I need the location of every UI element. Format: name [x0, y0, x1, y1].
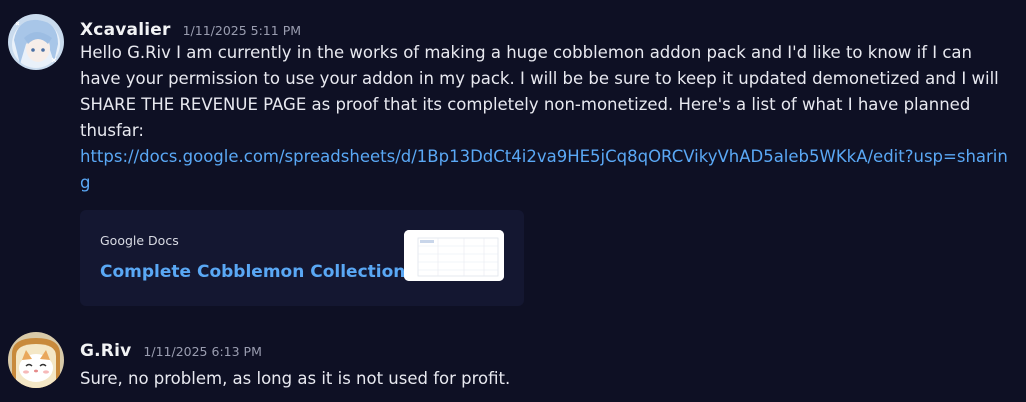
spreadsheet-thumbnail-icon[interactable] — [404, 230, 504, 281]
timestamp: 1/11/2025 6:13 PM — [143, 344, 262, 359]
message-content: Sure, no problem, as long as it is not u… — [80, 366, 1015, 392]
spreadsheet-link[interactable]: https://docs.google.com/spreadsheets/d/1… — [80, 147, 1008, 192]
username[interactable]: G.Riv — [80, 341, 131, 361]
anime-girl-avatar-icon — [8, 14, 64, 70]
timestamp: 1/11/2025 5:11 PM — [182, 23, 302, 38]
user-avatar-xcavalier[interactable] — [8, 14, 64, 70]
message-griv: G.Riv 1/11/2025 6:13 PM Sure, no problem… — [0, 320, 1026, 402]
embed-title[interactable]: Complete Cobblemon Collection — [100, 262, 405, 282]
message-xcavalier: Xcavalier 1/11/2025 5:11 PM Hello G.Riv … — [0, 0, 1026, 320]
username[interactable]: Xcavalier — [80, 20, 171, 40]
bread-cat-avatar-icon — [8, 332, 64, 388]
message-text: Hello G.Riv I am currently in the works … — [80, 43, 999, 140]
user-avatar-griv[interactable] — [8, 332, 64, 388]
link-embed: Google Docs Complete Cobblemon Collectio… — [80, 210, 524, 306]
message-content: Hello G.Riv I am currently in the works … — [80, 40, 1015, 196]
message-text: Sure, no problem, as long as it is not u… — [80, 369, 511, 388]
embed-provider[interactable]: Google Docs — [100, 233, 179, 248]
